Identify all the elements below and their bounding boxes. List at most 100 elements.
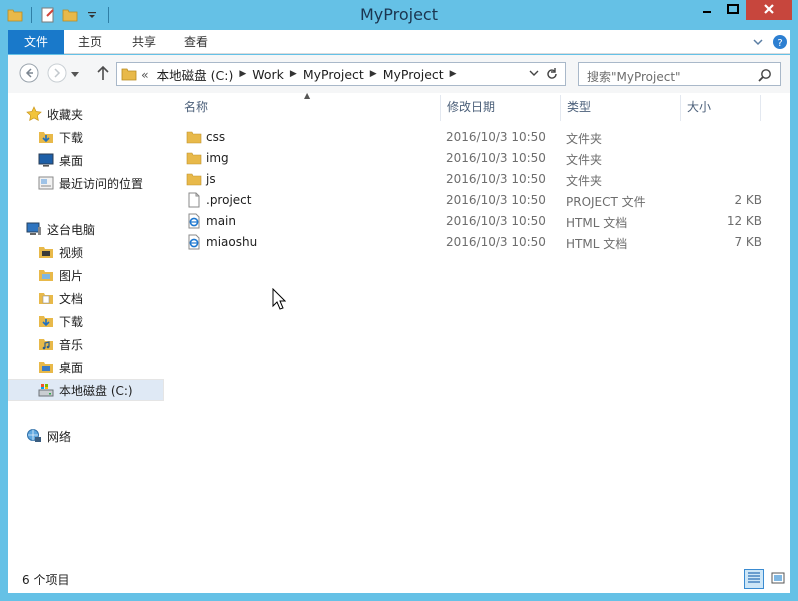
- chevron-right-icon[interactable]: ▶: [448, 69, 459, 79]
- window-controls: [694, 0, 792, 20]
- sidebar-item-label: 音乐: [59, 337, 84, 352]
- breadcrumb-overflow[interactable]: «: [137, 67, 153, 82]
- refresh-icon[interactable]: [545, 67, 559, 81]
- svg-text:?: ?: [777, 38, 782, 49]
- sidebar-item-label: 下载: [59, 130, 84, 145]
- help-icon[interactable]: ?: [772, 34, 788, 50]
- file-type: HTML 文档: [566, 216, 628, 230]
- explorer-window: MyProject 文件 主页 共享 查看 ? « 本地磁盘 (C:) ▶ Wo…: [0, 0, 798, 601]
- large-icons-view-icon: [771, 571, 785, 588]
- details-view-button[interactable]: [744, 569, 764, 589]
- tab-share[interactable]: 共享: [122, 30, 166, 54]
- maximize-icon: [727, 3, 739, 17]
- navigation-pane: 收藏夹 下载 桌面 最近访问的位置 这台电脑 视频 图片 文档 下载 音乐 桌面…: [8, 93, 166, 565]
- file-name: miaoshu: [206, 235, 258, 249]
- sidebar-item-documents[interactable]: 文档: [8, 287, 164, 309]
- folder-icon: [186, 129, 202, 145]
- breadcrumb-work[interactable]: Work: [248, 67, 288, 82]
- sidebar-item-label: 本地磁盘 (C:): [59, 383, 133, 398]
- tab-view[interactable]: 查看: [174, 30, 218, 54]
- table-row[interactable]: img 2016/10/3 10:50 文件夹: [184, 148, 762, 169]
- forward-button[interactable]: [46, 63, 68, 85]
- recent-locations-button[interactable]: [68, 63, 82, 85]
- address-bar[interactable]: « 本地磁盘 (C:) ▶ Work ▶ MyProject ▶ MyProje…: [116, 62, 566, 86]
- close-icon: [763, 3, 775, 18]
- sidebar-item-desktop-pc[interactable]: 桌面: [8, 356, 164, 378]
- folder-icon: [186, 150, 202, 166]
- back-button[interactable]: [18, 63, 40, 85]
- tab-home[interactable]: 主页: [68, 30, 112, 54]
- videos-folder-icon: [38, 244, 54, 260]
- explorer-body: 收藏夹 下载 桌面 最近访问的位置 这台电脑 视频 图片 文档 下载 音乐 桌面…: [8, 91, 790, 565]
- breadcrumb-myproject-current[interactable]: MyProject: [379, 67, 448, 82]
- file-date: 2016/10/3 10:50: [446, 130, 546, 144]
- breadcrumb-myproject[interactable]: MyProject: [299, 67, 368, 82]
- file-size: 12 KB: [726, 214, 762, 228]
- table-row[interactable]: css 2016/10/3 10:50 文件夹: [184, 127, 762, 148]
- file-size: 2 KB: [734, 193, 762, 207]
- downloads-folder-icon: [38, 313, 54, 329]
- expand-ribbon-icon[interactable]: [750, 34, 766, 50]
- drive-icon: [38, 382, 54, 398]
- details-view-icon: [747, 571, 761, 588]
- sidebar-item-recent-places[interactable]: 最近访问的位置: [8, 172, 164, 194]
- up-arrow-icon: [96, 65, 110, 84]
- html-document-icon: [186, 234, 202, 250]
- forward-arrow-icon: [47, 63, 67, 86]
- sidebar-network[interactable]: 网络: [8, 425, 164, 447]
- sidebar-item-pictures[interactable]: 图片: [8, 264, 164, 286]
- search-placeholder: 搜索"MyProject": [587, 70, 681, 84]
- documents-folder-icon: [38, 290, 54, 306]
- search-icon[interactable]: [758, 68, 772, 82]
- sidebar-item-label: 桌面: [59, 360, 84, 375]
- up-button[interactable]: [92, 63, 114, 85]
- sidebar-item-local-disk[interactable]: 本地磁盘 (C:): [8, 379, 164, 401]
- desktop-folder-icon: [38, 359, 54, 375]
- desktop-icon: [38, 152, 54, 168]
- file-date: 2016/10/3 10:50: [446, 235, 546, 249]
- music-folder-icon: [38, 336, 54, 352]
- chevron-down-icon: [71, 67, 79, 81]
- column-header-name[interactable]: 名称: [166, 95, 441, 121]
- sidebar-favorites[interactable]: 收藏夹: [8, 103, 164, 125]
- sidebar-item-downloads-pc[interactable]: 下载: [8, 310, 164, 332]
- sidebar-item-music[interactable]: 音乐: [8, 333, 164, 355]
- sidebar-item-label: 网络: [47, 429, 72, 444]
- file-list: ▲ 名称 修改日期 类型 大小 css 2016/10/3 10:50 文件夹 …: [166, 91, 790, 565]
- window-title: MyProject: [359, 5, 438, 24]
- table-row[interactable]: .project 2016/10/3 10:50 PROJECT 文件 2 KB: [184, 190, 762, 211]
- file-name: main: [206, 214, 236, 228]
- sidebar-item-label: 下载: [59, 314, 84, 329]
- tab-file[interactable]: 文件: [8, 30, 64, 54]
- mouse-pointer-icon: [272, 287, 287, 310]
- file-name: js: [206, 172, 216, 186]
- title-bar: MyProject: [0, 0, 798, 30]
- close-button[interactable]: [746, 0, 792, 20]
- item-count: 6 个项目: [22, 573, 70, 587]
- search-box[interactable]: 搜索"MyProject": [578, 62, 781, 86]
- minimize-button[interactable]: [694, 0, 720, 20]
- sidebar-item-videos[interactable]: 视频: [8, 241, 164, 263]
- large-icons-view-button[interactable]: [768, 569, 788, 589]
- chevron-right-icon[interactable]: ▶: [368, 69, 379, 79]
- sidebar-item-desktop[interactable]: 桌面: [8, 149, 164, 171]
- sidebar-this-pc[interactable]: 这台电脑: [8, 218, 164, 240]
- column-header-type[interactable]: 类型: [561, 95, 681, 121]
- file-date: 2016/10/3 10:50: [446, 151, 546, 165]
- table-row[interactable]: main 2016/10/3 10:50 HTML 文档 12 KB: [184, 211, 762, 232]
- file-date: 2016/10/3 10:50: [446, 214, 546, 228]
- chevron-right-icon[interactable]: ▶: [237, 69, 248, 79]
- sidebar-item-label: 文档: [59, 291, 84, 306]
- table-row[interactable]: js 2016/10/3 10:50 文件夹: [184, 169, 762, 190]
- column-header-date[interactable]: 修改日期: [441, 95, 561, 121]
- star-icon: [26, 106, 42, 122]
- table-row[interactable]: miaoshu 2016/10/3 10:50 HTML 文档 7 KB: [184, 232, 762, 253]
- chevron-right-icon[interactable]: ▶: [288, 69, 299, 79]
- column-header-size[interactable]: 大小: [681, 95, 761, 121]
- maximize-button[interactable]: [720, 0, 746, 20]
- breadcrumb-drive[interactable]: 本地磁盘 (C:): [153, 65, 238, 84]
- sidebar-item-label: 最近访问的位置: [59, 176, 144, 191]
- sidebar-item-downloads[interactable]: 下载: [8, 126, 164, 148]
- file-type: 文件夹: [566, 132, 603, 146]
- address-history-button[interactable]: [529, 70, 539, 78]
